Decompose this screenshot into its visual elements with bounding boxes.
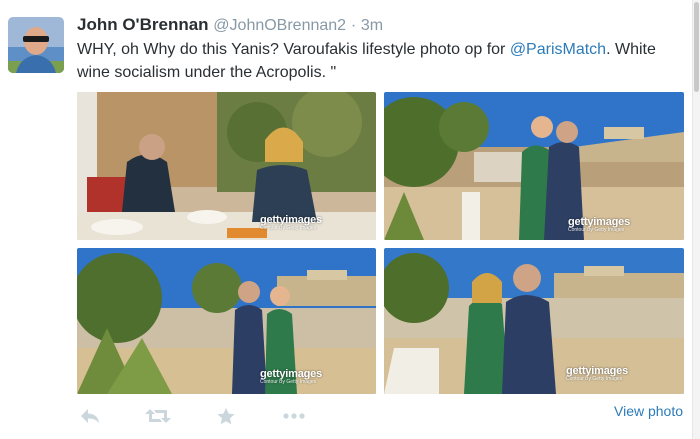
scrollbar[interactable] (692, 0, 700, 439)
scrollbar-thumb[interactable] (694, 2, 699, 92)
tweet-text-start: WHY, oh Why do this Yanis? Varoufakis li… (77, 41, 510, 58)
watermark-credit: Contour By Getty Images (566, 376, 623, 382)
separator: · (350, 17, 357, 34)
watermark-credit: Contour By Getty Images (568, 227, 625, 233)
getty-watermark: gettyimages Contour By Getty Images (568, 217, 630, 234)
avatar[interactable] (8, 17, 64, 73)
view-photo-link[interactable]: View photo (614, 403, 683, 419)
getty-watermark: gettyimages Contour By Getty Images (260, 369, 322, 386)
reply-icon (81, 409, 99, 423)
more-icon (283, 413, 305, 419)
watermark-credit: Contour By Getty Images (260, 379, 317, 385)
retweet-button[interactable] (144, 404, 172, 428)
photo-1[interactable]: gettyimages Contour By Getty Images (77, 92, 376, 240)
retweet-icon (145, 409, 171, 423)
photo-3[interactable]: gettyimages Contour By Getty Images (77, 248, 376, 394)
photo-4[interactable]: gettyimages Contour By Getty Images (384, 248, 684, 394)
favorite-button[interactable] (214, 404, 238, 428)
photo-2[interactable]: gettyimages Contour By Getty Images (384, 92, 684, 240)
timestamp[interactable]: 3m (361, 17, 383, 34)
author-handle[interactable]: @JohnOBrennan2 (213, 17, 346, 34)
mention-link[interactable]: @ParisMatch (510, 41, 606, 58)
watermark-credit: Contour By Getty Images (260, 225, 317, 231)
tweet-header: John O'Brennan @JohnOBrennan2 · 3m (77, 14, 383, 37)
more-button[interactable] (280, 404, 308, 428)
star-icon (217, 407, 235, 424)
tweet-text: WHY, oh Why do this Yanis? Varoufakis li… (77, 38, 687, 84)
getty-watermark: gettyimages Contour By Getty Images (566, 366, 628, 383)
author-name[interactable]: John O'Brennan (77, 15, 209, 34)
reply-button[interactable] (78, 404, 102, 428)
getty-watermark: gettyimages Contour By Getty Images (260, 215, 322, 232)
